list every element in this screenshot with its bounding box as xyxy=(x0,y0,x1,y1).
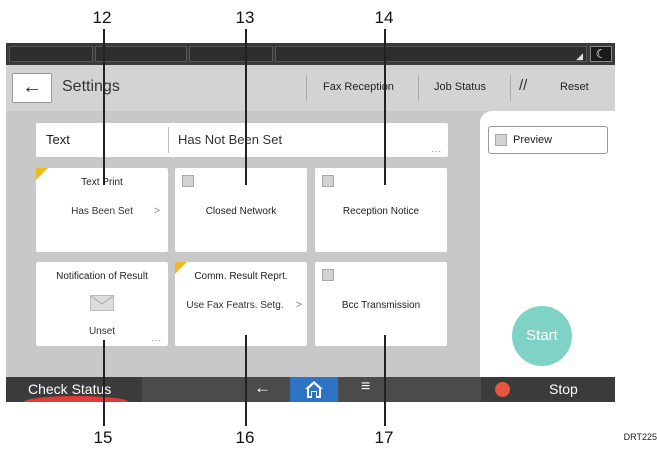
tile-title: Notification of Result xyxy=(56,271,148,282)
tile-title: Bcc Transmission xyxy=(341,300,421,311)
check-status-label: Check Status xyxy=(28,381,112,397)
text-setting-value: Has Not Been Set xyxy=(178,132,283,147)
preview-label: Preview xyxy=(513,134,553,146)
settings-header: ← Settings Fax Reception Job Status // R… xyxy=(6,65,615,111)
checkbox[interactable] xyxy=(322,269,334,281)
device-screen: ◢ ☾ ← Settings Fax Reception Job Status … xyxy=(6,43,615,402)
callout-15: 15 xyxy=(93,428,113,447)
mail-icon xyxy=(90,295,114,311)
strip-segment xyxy=(275,46,587,62)
reset-button[interactable]: Reset xyxy=(560,81,589,93)
text-setting-label: Text xyxy=(46,132,70,147)
tile-title: Closed Network xyxy=(205,206,277,217)
callout-16: 16 xyxy=(235,428,255,447)
resize-corner-icon: ◢ xyxy=(576,51,583,61)
closed-network-tile[interactable]: Closed Network xyxy=(175,168,307,252)
status-strip: ◢ ☾ xyxy=(6,43,615,65)
chevron-right-icon: > xyxy=(153,205,160,217)
job-status-button[interactable]: Job Status xyxy=(434,81,486,93)
callout-17: 17 xyxy=(374,428,394,447)
callout-14: 14 xyxy=(374,8,394,27)
more-dots: ... xyxy=(431,144,442,154)
tile-value: Use Fax Featrs. Setg. xyxy=(186,300,284,311)
check-status-button[interactable]: Check Status xyxy=(6,377,142,402)
header-divider xyxy=(418,75,419,101)
callout-12-leader xyxy=(103,29,105,185)
header-divider xyxy=(306,75,307,101)
callout-16-leader xyxy=(245,335,247,426)
home-button[interactable] xyxy=(290,377,338,402)
stop-icon xyxy=(495,382,510,397)
checkbox[interactable] xyxy=(322,175,334,187)
callout-17-leader xyxy=(384,335,386,426)
tile-value: Unset xyxy=(88,326,116,337)
tile-title: Reception Notice xyxy=(342,206,420,217)
chevron-right-icon: > xyxy=(295,299,302,311)
tile-title: Text Print xyxy=(81,177,123,188)
strip-segment xyxy=(9,46,93,62)
strip-segment xyxy=(95,46,187,62)
checkbox[interactable] xyxy=(495,134,507,146)
text-setting-row[interactable]: Text Has Not Been Set ... xyxy=(36,123,448,157)
tile-value: Has Been Set xyxy=(71,206,133,217)
callout-12: 12 xyxy=(92,8,112,27)
reset-icon: // xyxy=(519,77,528,94)
stop-label: Stop xyxy=(549,381,578,397)
notification-of-result-tile[interactable]: Notification of Result Unset ... xyxy=(36,262,168,346)
preview-checkbox-button[interactable]: Preview xyxy=(488,126,608,154)
checkbox[interactable] xyxy=(182,175,194,187)
stop-button[interactable]: Stop xyxy=(481,377,615,402)
settings-content: Text Has Not Been Set ... Text Print Has… xyxy=(6,111,476,377)
back-button[interactable]: ← xyxy=(12,73,52,103)
more-dots: ... xyxy=(151,333,162,343)
page-title: Settings xyxy=(62,78,120,95)
energy-saver-moon-icon[interactable]: ☾ xyxy=(590,46,612,62)
callout-15-leader xyxy=(103,340,105,426)
start-button[interactable]: Start xyxy=(512,306,572,366)
callout-13: 13 xyxy=(235,8,255,27)
callout-14-leader xyxy=(384,29,386,185)
figure-id: DRT225 xyxy=(623,432,657,442)
home-icon xyxy=(305,381,323,398)
reception-notice-tile[interactable]: Reception Notice xyxy=(315,168,447,252)
strip-segment xyxy=(189,46,273,62)
bcc-transmission-tile[interactable]: Bcc Transmission xyxy=(315,262,447,346)
comm-result-report-tile[interactable]: Comm. Result Reprt. Use Fax Featrs. Setg… xyxy=(175,262,307,346)
row-divider xyxy=(168,127,169,153)
text-print-tile[interactable]: Text Print Has Been Set > xyxy=(36,168,168,252)
header-divider xyxy=(510,75,511,101)
bottom-bar: Check Status ← ≡ Stop xyxy=(6,377,615,402)
menu-icon[interactable]: ≡ xyxy=(361,378,370,396)
callout-13-leader xyxy=(245,29,247,185)
right-panel: Preview Start xyxy=(480,111,615,377)
nav-back-icon[interactable]: ← xyxy=(254,378,271,398)
tile-title: Comm. Result Reprt. xyxy=(194,271,288,282)
